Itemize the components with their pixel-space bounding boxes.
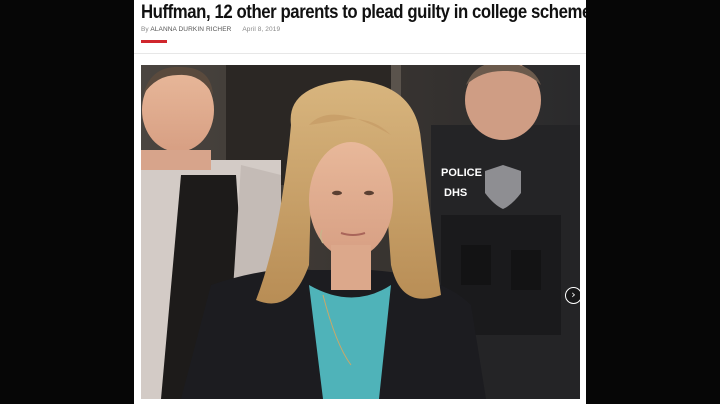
accent-bar [141, 40, 167, 43]
gallery-next-button[interactable]: › [565, 287, 580, 304]
article-byline: By ALANNA DURKIN RICHER April 8, 2019 [141, 26, 280, 33]
author-link[interactable]: ALANNA DURKIN RICHER [150, 26, 231, 33]
vest-text-dhs: DHS [444, 187, 467, 199]
photo-illustration: POLICE DHS [141, 65, 580, 399]
header-divider [134, 53, 586, 54]
center-person-shirt [309, 285, 391, 399]
article-photo[interactable]: POLICE DHS › [141, 65, 580, 399]
article-page: Huffman, 12 other parents to plead guilt… [134, 0, 586, 404]
article-headline: Huffman, 12 other parents to plead guilt… [141, 1, 586, 23]
vest-text-police: POLICE [441, 167, 482, 179]
byline-prefix: By [141, 26, 149, 33]
publish-date: April 8, 2019 [242, 26, 281, 33]
chevron-right-icon: › [571, 288, 576, 301]
